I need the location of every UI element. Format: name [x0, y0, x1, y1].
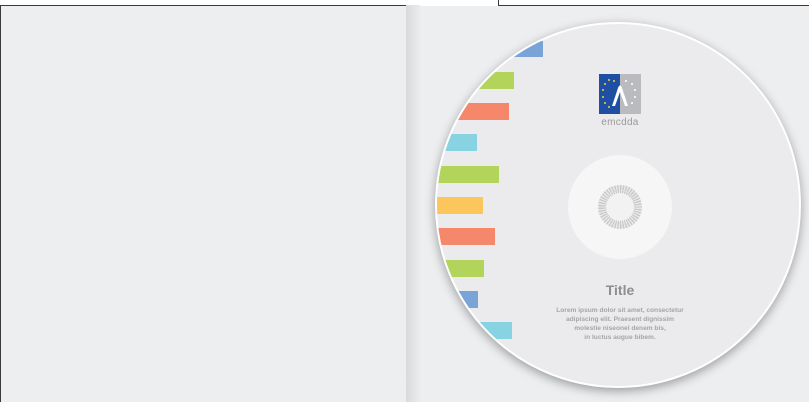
stripe-bar-cyan [437, 322, 512, 339]
case-left-panel [0, 5, 406, 402]
disc-body-text: Lorem ipsum dolor sit amet, consectetur … [530, 306, 710, 342]
stripe-bar-green [437, 260, 484, 277]
stripe-bar-green [437, 72, 514, 89]
stripe-bar-orange [437, 103, 509, 120]
disc-body-line: molestie niseonel denem bis, [574, 325, 666, 332]
stripe-bar-cyan [437, 134, 477, 151]
stripe-bar-orange [437, 228, 495, 245]
disc-body-line: in luctus augue bibem. [584, 334, 656, 341]
disc-body-line: adipiscing elit. Praesent dignissim [565, 316, 675, 323]
hub-ring [598, 185, 642, 229]
stripe-bar-green [437, 166, 499, 183]
disc-title: Title [605, 282, 635, 298]
disc-hub [568, 155, 672, 259]
stripe-bar-blue [437, 41, 543, 57]
hub-hole [606, 193, 634, 221]
disc-body-line: Lorem ipsum dolor sit amet, consectetur [556, 307, 684, 314]
case-spine [406, 5, 420, 402]
logo-text: emcdda [601, 117, 639, 128]
stripe-bar-yellow [437, 197, 483, 214]
cd-disc: emcdda Title Lorem ipsum dolor sit amet,… [435, 22, 801, 388]
emcdda-logo-icon [599, 74, 641, 114]
